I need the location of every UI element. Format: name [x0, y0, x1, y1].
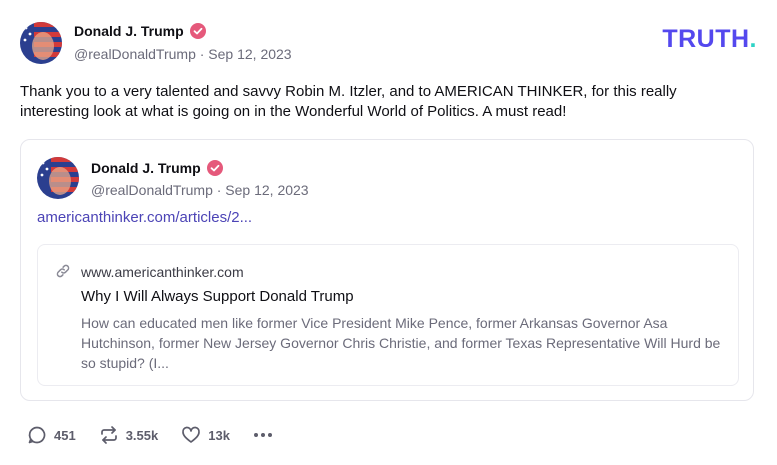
verified-badge-icon [206, 160, 223, 176]
card-domain: www.americanthinker.com [81, 264, 244, 280]
post-text: Thank you to a very talented and savvy R… [20, 83, 677, 120]
link-chain-icon [55, 263, 71, 279]
heart-icon [180, 424, 202, 446]
more-horizontal-icon [252, 424, 274, 446]
link-preview-card[interactable]: www.americanthinker.com Why I Will Alway… [37, 244, 739, 386]
like-count: 13k [208, 427, 230, 443]
verified-badge-icon [189, 23, 206, 39]
quoted-author-avatar[interactable] [37, 157, 79, 199]
logo-text: TRUTH [662, 25, 750, 53]
article-link[interactable]: americanthinker.com/articles/2... [37, 209, 252, 226]
quoted-post[interactable]: Donald J. Trump @realDonaldTrump · Sep 1… [20, 139, 754, 401]
more-options-button[interactable] [252, 424, 274, 446]
reply-count: 451 [54, 427, 76, 443]
truth-post: Donald J. Trump @realDonaldTrump · Sep 1… [0, 0, 777, 465]
retruth-icon [98, 424, 120, 446]
author-display-name[interactable]: Donald J. Trump [74, 23, 184, 39]
card-title[interactable]: Why I Will Always Support Donald Trump [81, 288, 354, 305]
logo-dot: . [749, 25, 757, 53]
retruth-button[interactable]: 3.55k [98, 424, 159, 446]
truth-logo: TRUTH. [662, 25, 757, 54]
reply-icon [26, 424, 48, 446]
quoted-author-handle-date[interactable]: @realDonaldTrump · Sep 12, 2023 [91, 182, 309, 198]
post-header: Donald J. Trump @realDonaldTrump · Sep 1… [20, 20, 757, 66]
like-button[interactable]: 13k [180, 424, 230, 446]
author-avatar[interactable] [20, 22, 62, 64]
retruth-count: 3.55k [125, 427, 159, 443]
author-handle-date[interactable]: @realDonaldTrump · Sep 12, 2023 [74, 46, 292, 62]
quoted-author-display-name[interactable]: Donald J. Trump [91, 160, 201, 176]
reply-button[interactable]: 451 [26, 424, 76, 446]
card-description: How can educated men like former Vice Pr… [81, 315, 721, 371]
post-actions: 451 3.55k 13k [26, 423, 296, 447]
